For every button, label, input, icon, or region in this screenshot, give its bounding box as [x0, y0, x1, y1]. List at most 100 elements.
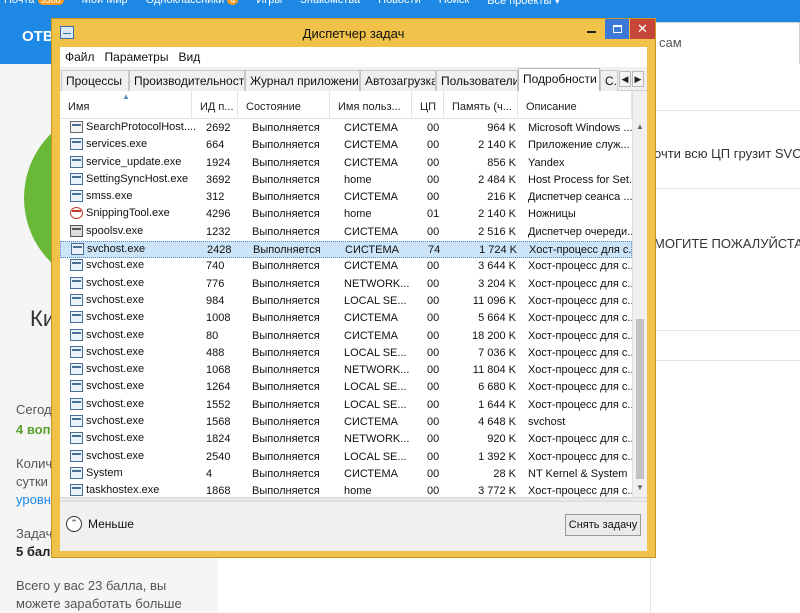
table-row[interactable]: svchost.exe 1552 Выполняется LOCAL SE... 00 1… [60, 397, 632, 414]
process-state: Выполняется [252, 416, 320, 429]
process-state: Выполняется [253, 244, 321, 257]
process-state: Выполняется [252, 485, 320, 497]
process-name: System [86, 466, 123, 479]
table-header: Имя ▲ ИД п... Состояние Имя польз... ЦП П… [60, 91, 632, 119]
process-description: Диспетчер сеанса ... [528, 191, 632, 204]
scroll-thumb[interactable] [636, 319, 644, 479]
tab-scroll-right-icon[interactable]: ▶ [632, 71, 644, 87]
portal-link[interactable]: Мой Мир [82, 0, 128, 7]
process-name-cell: svchost.exe [70, 276, 200, 289]
col-pid[interactable]: ИД п... [192, 91, 238, 119]
process-name: SnippingTool.exe [86, 207, 170, 220]
process-name-cell: service_update.exe [70, 155, 200, 168]
col-user[interactable]: Имя польз... [330, 91, 412, 119]
table-row[interactable]: svchost.exe 2428 Выполняется СИСТЕМА 74 1 724… [60, 241, 633, 259]
portal-link[interactable]: Поиск [439, 0, 469, 7]
fewer-details-button[interactable]: ⌃ Меньше [66, 516, 134, 532]
close-button[interactable]: ✕ [630, 19, 655, 39]
portal-link-label: Знакомства [300, 0, 361, 6]
tab-users[interactable]: Пользователи [436, 70, 518, 91]
table-row[interactable]: services.exe 664 Выполняется СИСТЕМА 00 2 140… [60, 137, 632, 154]
tab-performance[interactable]: Производительность [129, 70, 245, 91]
process-cpu: 00 [427, 450, 440, 463]
process-memory: 11 096 K [472, 294, 516, 307]
table-row[interactable]: svchost.exe 1568 Выполняется СИСТЕМА 00 4 648… [60, 414, 632, 431]
portal-link[interactable]: Одноклассники 4 [146, 0, 239, 7]
table-row[interactable]: svchost.exe 740 Выполняется СИСТЕМА 00 3 644 … [60, 258, 632, 275]
window-titlebar[interactable]: Диспетчер задач ✕ [52, 19, 655, 47]
tab-services[interactable]: С... [600, 70, 618, 91]
process-name-cell: svchost.exe [70, 415, 200, 428]
portal-link[interactable]: Почта 3388 [4, 0, 64, 7]
table-row[interactable]: service_update.exe 1924 Выполняется СИСТЕМА… [60, 155, 632, 172]
portal-link[interactable]: Новости [378, 0, 421, 7]
table-row[interactable]: spoolsv.exe 1232 Выполняется СИСТЕМА 00 2 516… [60, 224, 632, 241]
process-state: Выполняется [252, 260, 320, 273]
question-plea[interactable]: МОГИТЕ ПОЖАЛУЙСТА [654, 236, 800, 251]
task-manager-window[interactable]: Диспетчер задач ✕ Файл Параметры Вид Про… [51, 18, 656, 558]
table-row[interactable]: svchost.exe 1264 Выполняется LOCAL SE... 00 6… [60, 379, 632, 396]
process-pid: 4296 [206, 208, 231, 221]
table-row[interactable]: svchost.exe 1008 Выполняется СИСТЕМА 00 5 664… [60, 310, 632, 327]
process-icon [70, 432, 83, 445]
process-cpu: 00 [427, 433, 440, 446]
process-user: СИСТЕМА [344, 122, 398, 134]
table-row[interactable]: svchost.exe 1824 Выполняется NETWORK... 00 92… [60, 431, 632, 448]
process-memory: 18 200 K [471, 329, 516, 342]
process-memory: 2 140 K [478, 208, 516, 221]
process-memory: 2 484 K [478, 173, 516, 186]
table-row[interactable]: svchost.exe 984 Выполняется LOCAL SE... 00 11… [60, 293, 632, 310]
col-state[interactable]: Состояние [238, 91, 330, 119]
tab-startup[interactable]: Автозагрузка [360, 70, 436, 91]
portal-link[interactable]: Игры [256, 0, 282, 7]
process-pid: 80 [206, 329, 219, 342]
scroll-down-icon[interactable]: ▼ [636, 483, 644, 492]
scroll-up-icon[interactable]: ▲ [636, 122, 644, 131]
table-row[interactable]: svchost.exe 1068 Выполняется NETWORK... 00 11… [60, 362, 632, 379]
process-state: Выполняется [252, 122, 320, 134]
process-user: СИСТЕМА [344, 260, 398, 273]
table-row[interactable]: SearchProtocolHost.... 2692 Выполняется СИС… [60, 120, 632, 137]
table-row[interactable]: System 4 Выполняется СИСТЕМА 00 28 K NT Kernel… [60, 466, 632, 483]
question-snippet[interactable]: очти всю ЦП грузит SVC [654, 146, 800, 161]
col-description[interactable]: Описание [518, 91, 632, 119]
site-search-input[interactable]: сам [650, 22, 800, 66]
divider [650, 188, 800, 189]
process-icon [70, 397, 83, 410]
table-row[interactable]: SnippingTool.exe 4296 Выполняется home 01 2 1… [60, 206, 632, 223]
maximize-button[interactable] [605, 19, 629, 39]
process-icon [70, 276, 83, 289]
process-state: Выполняется [252, 398, 320, 411]
stats-questions[interactable]: 4 воп [16, 422, 50, 437]
tab-scroll-left-icon[interactable]: ◀ [619, 71, 631, 87]
tab-details[interactable]: Подробности [518, 68, 600, 91]
menu-file[interactable]: Файл [60, 47, 100, 67]
process-memory: 1 392 K [478, 450, 516, 463]
table-row[interactable]: smss.exe 312 Выполняется СИСТЕМА 00 216 K Дисп… [60, 189, 632, 206]
table-row[interactable]: svchost.exe 776 Выполняется NETWORK... 00 3 2… [60, 276, 632, 293]
table-row[interactable]: SettingSyncHost.exe 3692 Выполняется home 00… [60, 172, 632, 189]
tasks-label: Задач [16, 526, 53, 541]
tab-app-history[interactable]: Журнал приложений [245, 70, 360, 91]
process-icon [71, 243, 84, 256]
process-memory: 1 724 K [479, 244, 517, 257]
tab-processes[interactable]: Процессы [61, 70, 129, 91]
process-state: Выполняется [252, 450, 320, 463]
end-task-button[interactable]: Снять задачу [565, 514, 641, 536]
portal-link-label: Почта [4, 0, 35, 6]
col-name[interactable]: Имя ▲ [60, 91, 192, 119]
minimize-button[interactable] [578, 19, 604, 39]
table-row[interactable]: svchost.exe 2540 Выполняется LOCAL SE... 00 1… [60, 449, 632, 466]
vertical-scrollbar[interactable]: ▲ ▼ [632, 91, 647, 497]
site-header-title[interactable]: ОТВ [22, 28, 54, 45]
portal-link[interactable]: Знакомства [300, 0, 360, 7]
menu-view[interactable]: Вид [173, 47, 205, 67]
stats-level-link[interactable]: уровн [16, 492, 51, 507]
portal-link[interactable]: Все проекты ▾ [487, 0, 560, 7]
table-row[interactable]: svchost.exe 80 Выполняется СИСТЕМА 00 18 200 … [60, 328, 632, 345]
menu-options[interactable]: Параметры [100, 47, 174, 67]
table-row[interactable]: svchost.exe 488 Выполняется LOCAL SE... 00 7 … [60, 345, 632, 362]
col-memory[interactable]: Память (ч... [444, 91, 518, 119]
table-row[interactable]: taskhostex.exe 1868 Выполняется home 00 3 772… [60, 483, 632, 497]
col-cpu[interactable]: ЦП [412, 91, 444, 119]
